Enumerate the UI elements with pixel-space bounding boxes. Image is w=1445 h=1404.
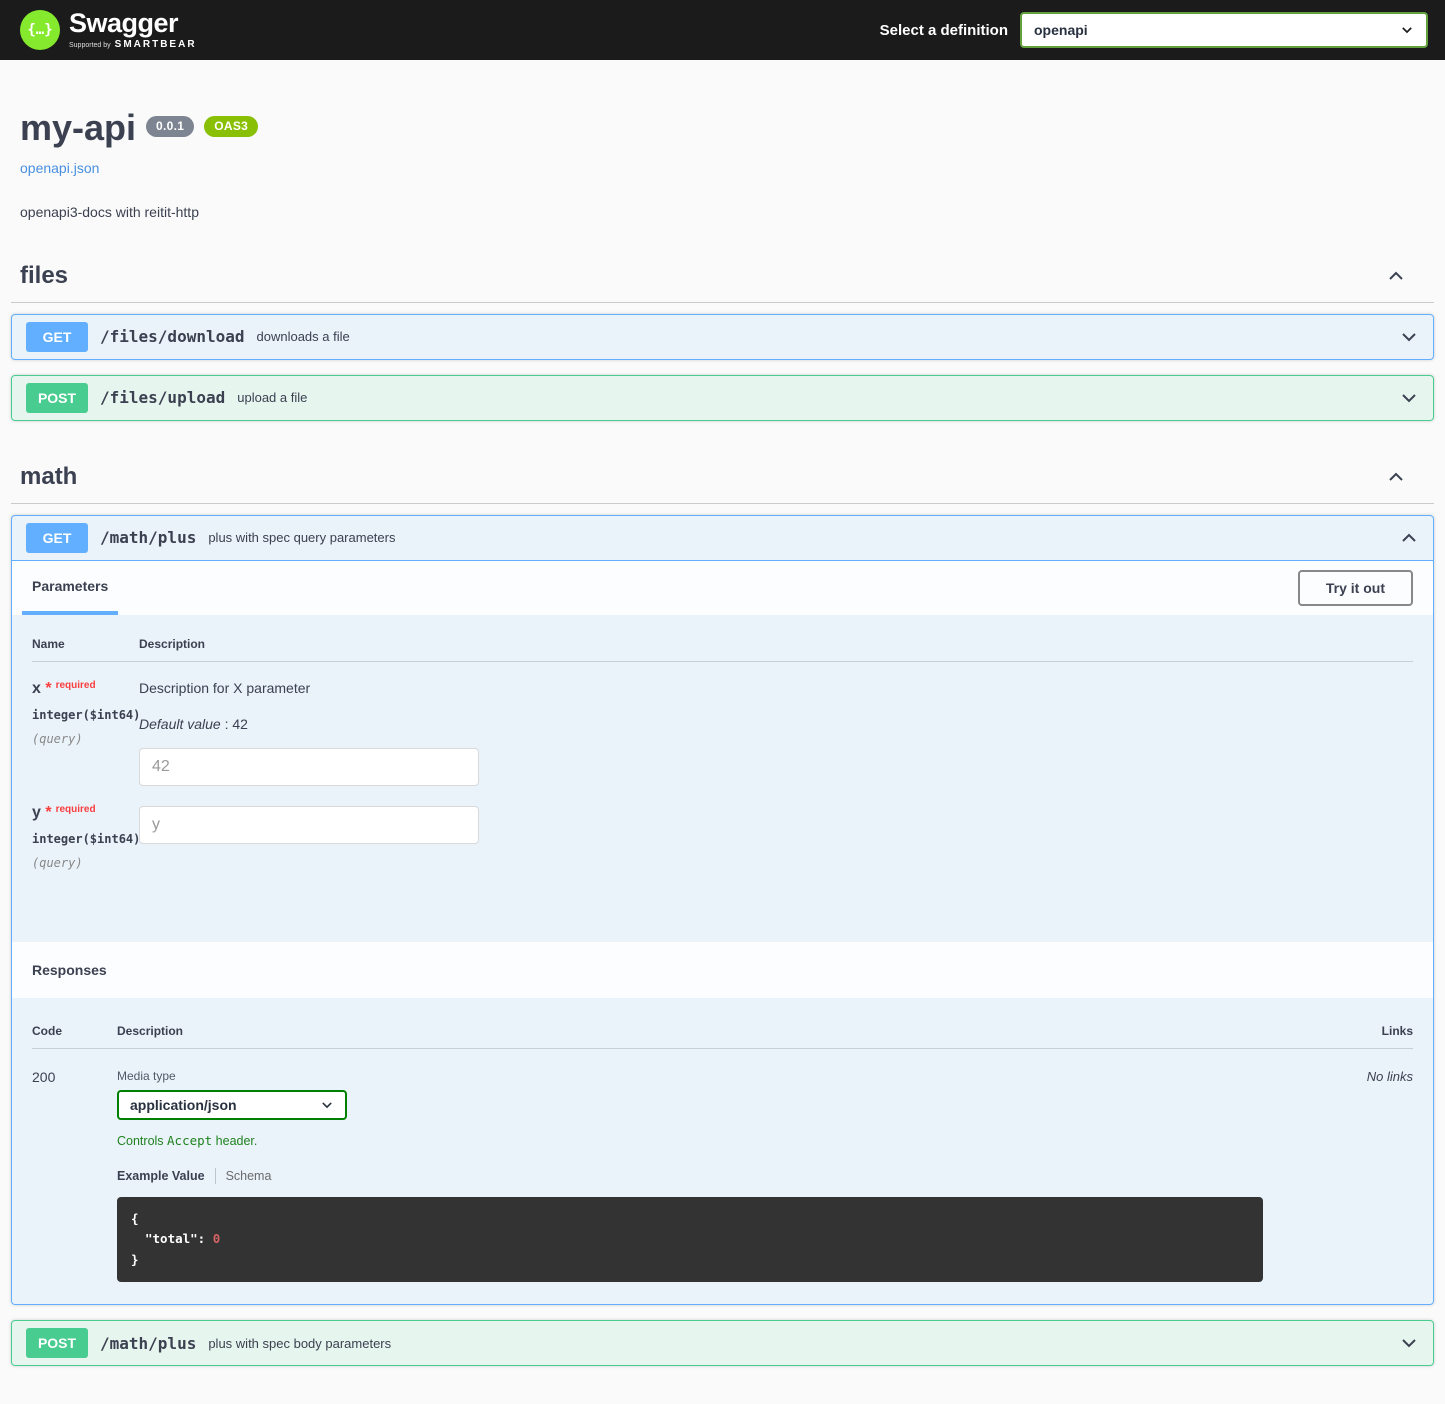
response-code: 200 <box>32 1069 117 1283</box>
smartbear-label: SMARTBEAR <box>115 40 197 50</box>
api-description: openapi3-docs with reitit-http <box>20 204 1425 220</box>
description-column-header: Description <box>117 1024 1263 1038</box>
parameters-table-header: Name Description <box>32 637 1413 662</box>
operation-path: /math/plus <box>100 528 196 547</box>
section-files-title: files <box>20 262 68 290</box>
required-asterisk: * <box>45 804 51 821</box>
operation-get-files-download-summary[interactable]: GET /files/download downloads a file <box>12 315 1433 359</box>
required-asterisk: * <box>45 680 51 697</box>
chevron-up-icon <box>1399 528 1419 548</box>
main-content: my-api0.0.1OAS3 openapi.json openapi3-do… <box>0 60 1445 1403</box>
chevron-up-icon <box>1386 266 1406 286</box>
swagger-logo-icon: {…} <box>20 10 60 50</box>
method-badge-post: POST <box>26 383 88 413</box>
parameter-location: (query) <box>32 856 139 870</box>
chevron-down-icon <box>1399 1333 1419 1353</box>
tab-example-value[interactable]: Example Value <box>117 1169 205 1183</box>
parameter-row-x: x *required integer($int64) (query) Desc… <box>32 662 1413 786</box>
supported-by-label: Supported by <box>69 42 111 49</box>
operation-tab-header: Parameters Try it out <box>12 561 1433 615</box>
swagger-brand: {…} Swagger Supported by SMARTBEAR <box>20 10 197 50</box>
operation-path: /files/download <box>100 327 245 346</box>
parameter-default: Default value : 42 <box>139 716 1413 732</box>
section-math-title: math <box>20 463 77 491</box>
parameter-type: integer($int64) <box>32 708 139 722</box>
chevron-up-icon <box>1386 467 1406 487</box>
response-row-200: 200 Media type application/json Controls… <box>32 1049 1413 1283</box>
definition-select[interactable]: openapi <box>1020 12 1428 48</box>
code-column-header: Code <box>32 1024 117 1038</box>
tab-divider <box>215 1168 216 1184</box>
parameter-x-input[interactable] <box>139 748 479 786</box>
tab-parameters[interactable]: Parameters <box>22 561 118 615</box>
example-schema-tabs: Example Value Schema <box>117 1168 1263 1184</box>
select-definition-label: Select a definition <box>880 22 1008 39</box>
parameter-type: integer($int64) <box>32 832 139 846</box>
media-type-select[interactable]: application/json <box>117 1090 347 1120</box>
try-it-out-button[interactable]: Try it out <box>1298 570 1413 606</box>
controls-accept-note: Controls Accept header. <box>117 1133 1263 1148</box>
operation-post-math-plus-summary[interactable]: POST /math/plus plus with spec body para… <box>12 1321 1433 1365</box>
section-files-header[interactable]: files <box>11 254 1434 303</box>
parameter-description: Description for X parameter <box>139 680 1413 696</box>
section-math-collapse-button[interactable] <box>1386 467 1406 487</box>
operation-summary: upload a file <box>237 390 307 405</box>
spec-link[interactable]: openapi.json <box>20 160 99 176</box>
section-files-collapse-button[interactable] <box>1386 266 1406 286</box>
operation-get-math-plus-summary[interactable]: GET /math/plus plus with spec query para… <box>12 516 1433 561</box>
description-column-header: Description <box>139 637 1413 651</box>
links-column-header: Links <box>1263 1024 1413 1038</box>
method-badge-post: POST <box>26 1328 88 1358</box>
operation-summary: plus with spec body parameters <box>208 1336 391 1351</box>
method-badge-get: GET <box>26 322 88 352</box>
operation-path: /files/upload <box>100 388 225 407</box>
bottom-spacer <box>11 1381 1434 1403</box>
operation-summary: plus with spec query parameters <box>208 530 395 545</box>
operation-post-files-upload: POST /files/upload upload a file <box>11 375 1434 421</box>
code-line: } <box>131 1250 1249 1271</box>
chevron-down-icon <box>1400 23 1414 37</box>
example-json-block: { "total": 0 } <box>117 1197 1263 1283</box>
media-type-label: Media type <box>117 1069 1263 1083</box>
topbar: {…} Swagger Supported by SMARTBEAR Selec… <box>0 0 1445 60</box>
oas3-badge: OAS3 <box>204 116 258 137</box>
parameter-y-input[interactable] <box>139 806 479 844</box>
required-label: required <box>56 804 96 815</box>
brand-name: Swagger <box>69 10 197 37</box>
chevron-down-icon <box>1399 388 1419 408</box>
version-badge: 0.0.1 <box>146 116 194 137</box>
parameter-row-y: y *required integer($int64) (query) <box>32 786 1413 870</box>
responses-table-header: Code Description Links <box>32 1012 1413 1049</box>
parameter-name: y *required <box>32 804 139 822</box>
operation-summary: downloads a file <box>257 329 350 344</box>
chevron-down-icon <box>320 1098 334 1112</box>
tab-schema[interactable]: Schema <box>226 1169 272 1183</box>
operation-post-math-plus: POST /math/plus plus with spec body para… <box>11 1320 1434 1366</box>
parameters-container: Name Description x *required integer($in… <box>12 615 1433 942</box>
name-column-header: Name <box>32 637 139 651</box>
response-links: No links <box>1263 1069 1413 1283</box>
chevron-down-icon <box>1399 327 1419 347</box>
responses-container: Code Description Links 200 Media type ap… <box>12 998 1433 1305</box>
section-math-header[interactable]: math <box>11 455 1434 504</box>
page-title: my-api0.0.1OAS3 <box>20 108 1425 148</box>
code-line: "total": 0 <box>131 1229 1249 1250</box>
operation-path: /math/plus <box>100 1334 196 1353</box>
operation-get-math-plus: GET /math/plus plus with spec query para… <box>11 515 1434 1306</box>
operation-get-files-download: GET /files/download downloads a file <box>11 314 1434 360</box>
method-badge-get: GET <box>26 523 88 553</box>
parameter-name: x *required <box>32 680 139 698</box>
definition-select-value: openapi <box>1034 22 1088 38</box>
responses-header: Responses <box>12 942 1433 998</box>
operation-post-files-upload-summary[interactable]: POST /files/upload upload a file <box>12 376 1433 420</box>
api-info: my-api0.0.1OAS3 openapi.json openapi3-do… <box>11 60 1434 220</box>
media-type-select-value: application/json <box>130 1097 237 1113</box>
required-label: required <box>56 680 96 691</box>
operation-body: Parameters Try it out Name Description <box>12 561 1433 1305</box>
section-files: files GET /files/download downloads a fi… <box>11 254 1434 421</box>
section-math: math GET /math/plus plus with spec query… <box>11 455 1434 1367</box>
code-line: { <box>131 1209 1249 1230</box>
parameter-location: (query) <box>32 732 139 746</box>
